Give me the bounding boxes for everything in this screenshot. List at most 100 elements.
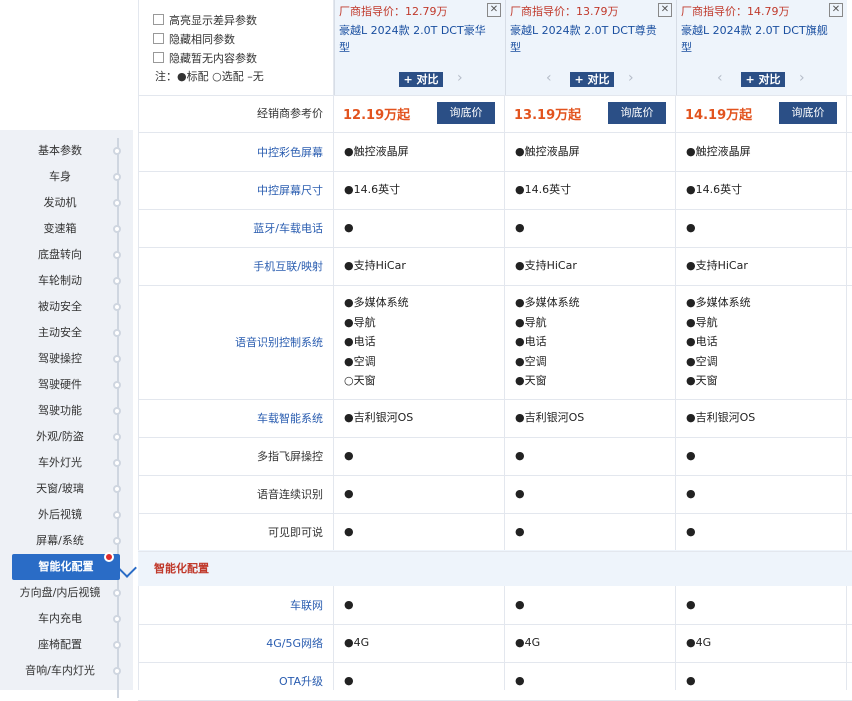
car-header-2: 厂商指导价：13.79万 ✕ 豪越L 2024款 2.0T DCT尊贵型 ‹ +… (505, 0, 676, 95)
section-header (138, 550, 852, 586)
spec-value: ●空调 (686, 354, 718, 368)
spec-label[interactable]: 手机互联/映射 (138, 258, 323, 274)
model-name[interactable]: 豪越L 2024款 2.0T DCT豪华型 (339, 22, 489, 56)
nav-dot-icon (113, 485, 121, 493)
nav-dot-icon (113, 225, 121, 233)
nav-dot-icon (113, 381, 121, 389)
spec-value: ● (515, 598, 525, 611)
checkbox[interactable] (153, 52, 164, 63)
checkbox[interactable] (153, 33, 164, 44)
inquire-price-button[interactable]: 询底价 (779, 102, 837, 124)
spec-value: ●14.6英寸 (686, 183, 743, 196)
chevron-right-icon[interactable]: › (628, 70, 634, 86)
hide-same-option[interactable]: 隐藏相同参数 (153, 31, 235, 47)
sidebar-item[interactable]: 外观/防盗 (0, 424, 120, 450)
sidebar-item[interactable]: 车内充电 (0, 606, 120, 632)
spec-label[interactable]: 中控屏幕尺寸 (138, 182, 323, 198)
spec-label[interactable]: 车联网 (138, 597, 323, 613)
dealer-price: 13.19万起 (514, 108, 582, 123)
row-divider (138, 624, 852, 625)
close-icon[interactable]: ✕ (487, 3, 501, 17)
spec-value: ●触控液晶屏 (686, 145, 751, 158)
highlight-diff-label: 高亮显示差异参数 (169, 14, 257, 27)
spec-value: ● (344, 221, 354, 234)
spec-value: ●导航 (686, 315, 718, 329)
nav-dot-icon (113, 511, 121, 519)
compare-button[interactable]: + 对比 (570, 72, 614, 87)
sidebar-nav: 基本参数 车身 发动机 变速箱 底盘转向 车轮制动 被动安全 主动安全 驾驶操控 驾驶硬件 驾驶功能… (0, 130, 137, 698)
sidebar-item[interactable]: 车轮制动 (0, 268, 120, 294)
sidebar-item[interactable]: 音响/车内灯光 (0, 658, 120, 684)
spec-value: ● (515, 449, 525, 462)
spec-label[interactable]: 中控彩色屏幕 (138, 144, 323, 160)
guide-price: 厂商指导价：14.79万 (681, 5, 790, 18)
sidebar-item[interactable]: 基本参数 (0, 138, 120, 164)
row-divider (138, 285, 852, 286)
inquire-price-button[interactable]: 询底价 (437, 102, 495, 124)
model-name[interactable]: 豪越L 2024款 2.0T DCT尊贵型 (510, 22, 660, 56)
model-name[interactable]: 豪越L 2024款 2.0T DCT旗舰型 (681, 22, 831, 56)
spec-value: ●电话 (686, 335, 718, 348)
spec-value: ●14.6英寸 (344, 183, 401, 196)
sidebar-item[interactable]: 外后视镜 (0, 502, 120, 528)
chevron-right-icon[interactable]: › (457, 70, 463, 86)
nav-dot-icon (113, 641, 121, 649)
spec-label[interactable]: 4G/5G网络 (138, 635, 323, 651)
spec-value: ●吉利银河OS (515, 411, 585, 424)
sidebar-item[interactable]: 驾驶硬件 (0, 372, 120, 398)
spec-value: ● (515, 221, 525, 234)
row-divider (138, 209, 852, 210)
spec-value: ● (344, 487, 354, 500)
nav-dot-icon (113, 277, 121, 285)
spec-label[interactable]: OTA升级 (138, 673, 323, 689)
sidebar-item[interactable]: 驾驶功能 (0, 398, 120, 424)
nav-dot-icon (113, 589, 121, 597)
row-divider (138, 247, 852, 248)
sidebar-item[interactable]: 主动安全 (0, 320, 120, 346)
row-divider (138, 662, 852, 663)
compare-button[interactable]: + 对比 (741, 72, 785, 87)
highlight-diff-option[interactable]: 高亮显示差异参数 (153, 12, 257, 28)
sidebar-item[interactable]: 车外灯光 (0, 450, 120, 476)
sidebar-item[interactable]: 变速箱 (0, 216, 120, 242)
sidebar-item[interactable]: 屏幕/系统 (0, 528, 120, 554)
nav-dot-icon (113, 303, 121, 311)
chevron-left-icon[interactable]: ‹ (717, 70, 723, 86)
sidebar-item[interactable]: 底盘转向 (0, 242, 120, 268)
close-icon[interactable]: ✕ (829, 3, 843, 17)
spec-label[interactable]: 语音识别控制系统 (138, 334, 323, 350)
dealer-price-label: 经销商参考价 (257, 107, 323, 120)
sidebar-item[interactable]: 发动机 (0, 190, 120, 216)
nav-dot-icon (113, 329, 121, 337)
nav-dot-icon (113, 407, 121, 415)
chevron-left-icon[interactable]: ‹ (546, 70, 552, 86)
nav-dot-icon (113, 147, 121, 155)
spec-value: ●支持HiCar (344, 259, 406, 272)
nav-dot-icon (113, 251, 121, 259)
grid-line (675, 0, 676, 690)
checkbox[interactable] (153, 14, 164, 25)
nav-dot-icon (113, 667, 121, 675)
inquire-price-button[interactable]: 询底价 (608, 102, 666, 124)
sidebar-item[interactable]: 座椅配置 (0, 632, 120, 658)
sidebar-item[interactable]: 车身 (0, 164, 120, 190)
spec-value: ●触控液晶屏 (515, 145, 580, 158)
spec-value: ● (686, 487, 696, 500)
spec-value: ● (344, 449, 354, 462)
sidebar-item[interactable]: 被动安全 (0, 294, 120, 320)
spec-label[interactable]: 车载智能系统 (138, 410, 323, 426)
row-divider (138, 513, 852, 514)
chevron-right-icon[interactable]: › (799, 70, 805, 86)
spec-label[interactable]: 蓝牙/车载电话 (138, 220, 323, 236)
sidebar-item[interactable]: 方向盘/内后视镜 (0, 580, 120, 606)
spec-value: ● (686, 525, 696, 538)
spec-value: ● (515, 525, 525, 538)
hide-empty-option[interactable]: 隐藏暂无内容参数 (153, 50, 257, 66)
compare-button[interactable]: + 对比 (399, 72, 443, 87)
sidebar-item[interactable]: 驾驶操控 (0, 346, 120, 372)
spec-value: ●吉利银河OS (344, 411, 414, 424)
row-divider (138, 132, 852, 133)
nav-dot-icon (113, 433, 121, 441)
sidebar-item[interactable]: 天窗/玻璃 (0, 476, 120, 502)
close-icon[interactable]: ✕ (658, 3, 672, 17)
